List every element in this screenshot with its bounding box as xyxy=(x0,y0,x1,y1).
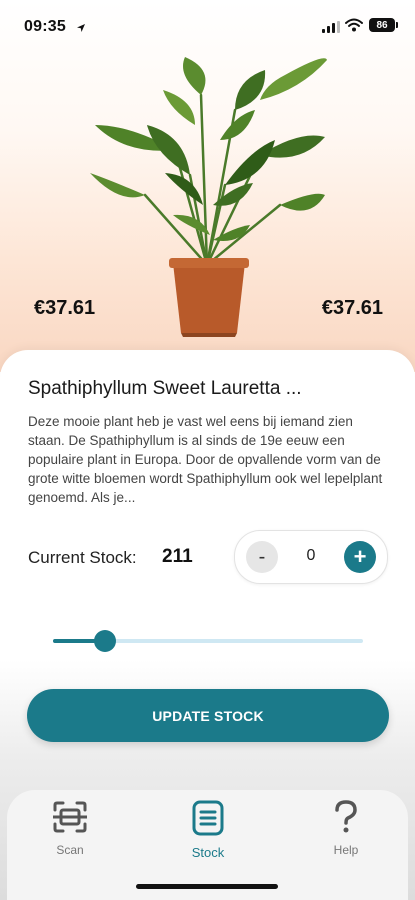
price-right: €37.61 xyxy=(321,297,383,319)
stock-list-icon xyxy=(191,800,225,840)
status-bar: 09:35 86 xyxy=(0,0,415,52)
tab-stock[interactable]: Stock xyxy=(168,800,248,860)
tab-scan[interactable]: Scan xyxy=(30,800,110,857)
increment-button[interactable]: + xyxy=(344,541,376,573)
plant-image xyxy=(85,55,335,345)
current-stock-label: Current Stock: xyxy=(28,548,137,567)
tab-scan-label: Scan xyxy=(56,843,84,857)
question-icon xyxy=(333,800,359,838)
product-title: Spathiphyllum Sweet Lauretta ... xyxy=(28,378,302,399)
product-description: Deze mooie plant heb je vast wel eens bi… xyxy=(28,414,383,505)
price-left: €37.61 xyxy=(34,297,96,319)
cellular-signal-icon xyxy=(322,20,340,38)
wifi-icon xyxy=(345,18,363,37)
battery-icon: 86 xyxy=(369,18,398,32)
quantity-stepper: - 0 + xyxy=(234,530,388,584)
tab-stock-label: Stock xyxy=(191,845,225,860)
scan-icon xyxy=(52,801,88,838)
stock-slider-thumb[interactable] xyxy=(94,630,116,652)
current-stock-value: 211 xyxy=(162,546,193,567)
tab-help-label: Help xyxy=(333,843,359,857)
update-stock-button[interactable]: UPDATE STOCK xyxy=(27,689,389,742)
status-time: 09:35 xyxy=(24,18,66,35)
home-indicator xyxy=(136,884,278,889)
location-arrow-icon xyxy=(76,20,86,38)
tab-help[interactable]: Help xyxy=(306,800,386,857)
